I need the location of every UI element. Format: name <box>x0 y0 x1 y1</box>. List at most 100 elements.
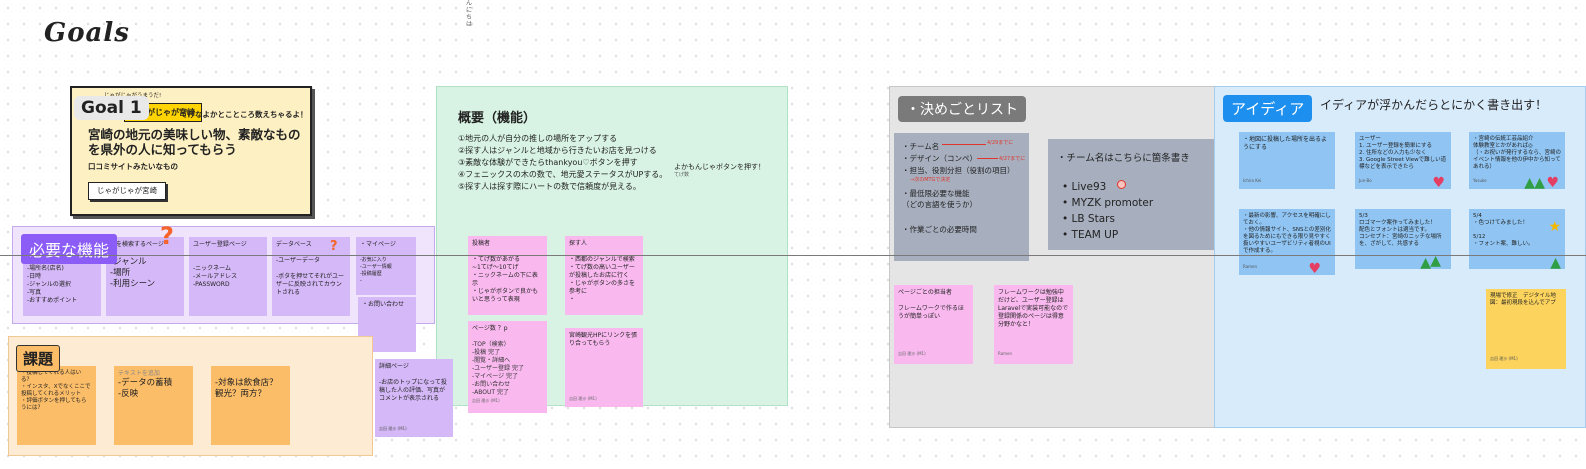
arrow-icon <box>942 144 986 145</box>
decision-deadline: 4/29までに <box>987 140 1014 146</box>
sticky-note[interactable]: データベース -ユーザーデータ -ボタを押せてそれがユーザーに反映されてカウント… <box>272 237 350 316</box>
overview-title: 概要（機能） <box>458 111 537 126</box>
sticky-note[interactable]: 投稿者 ・てげ数があがる ~1てげ〜10てげ ・ニックネームの下に表示 ・じゃが… <box>468 236 547 315</box>
note-text: -場所名(店名) -日時 -ジャンルの選択 -写真 -おすすめポイント <box>27 265 78 304</box>
note-text: -ジャンル -場所 -利用シーン <box>110 257 156 289</box>
sticky-note[interactable]: 5/3 ロゴマーク案作ってみました！ 配色とフォントは適当です。 コンセプト：宮… <box>1355 209 1451 269</box>
sticky-note[interactable]: ・地図に投稿した場所を出るようにする Ichiro Kei <box>1239 132 1335 189</box>
required-features-tag: 必要な機能 <box>21 234 118 264</box>
overview-side-small: てげ数 <box>674 172 690 178</box>
note-head: 探す人 <box>569 240 588 247</box>
note-text: ・最新の影響、アクセスを明確にしておく。 ・他の情報サイト、SNSとの差別化を図… <box>1243 213 1331 254</box>
sticky-note[interactable]: 詳細ページ -お店のトップになって投稿した人の評価、写真がコメントが表示される … <box>375 359 453 437</box>
note-author: Ramen <box>1243 264 1258 269</box>
note-text: -お気に入り -ユーザー情報 -投稿履歴 - <box>360 257 392 284</box>
star-icon: ★ <box>1548 219 1561 235</box>
note-author: 吉田 理沙 (M1) <box>472 398 500 403</box>
note-head: ページ数 ？p <box>472 325 508 332</box>
team-name-item: • MYZK promoter <box>1062 197 1154 209</box>
ideas-heading: イディアが浮かんだらとにかく書き出す！ <box>1320 98 1548 112</box>
note-text: 現場で修正 デジタイル地図：最初現段を込んでアプ <box>1490 293 1556 306</box>
sticky-note[interactable]: ・最新の影響、アクセスを明確にしておく。 ・他の情報サイト、SNSとの差別化を図… <box>1239 209 1335 275</box>
team-name-item: • Live93 <box>1062 181 1107 193</box>
goal1-tag: Goal 1 <box>74 96 149 120</box>
decision-item: ・担当、役割分担（役割の項目） <box>902 166 1015 175</box>
note-text: 5/3 ロゴマーク案作ってみました！ 配色とフォントは適当です。 コンセプト：宮… <box>1359 213 1442 247</box>
emoji-icon <box>1117 180 1126 189</box>
goal1-main-text: 宮崎の地元の美味しい物、素敵なものを県外の人に知ってもらう <box>88 127 301 157</box>
note-author: 吉田 理沙 (M1) <box>379 426 407 431</box>
question-mark-icon: ? <box>160 222 174 250</box>
team-names-heading: ・チーム名はこちらに箇条書き <box>1057 153 1190 164</box>
note-head: 投稿者 <box>472 240 491 247</box>
note-text: -ユーザーデータ -ボタを押せてそれがユーザーに反映されてカウントされる <box>276 257 344 296</box>
note-head: ・マイページ <box>360 241 396 248</box>
note-author: Jun-Bo <box>1359 178 1372 183</box>
sticky-note[interactable]: 5/4 ・色つけてみました！ 5/12 ・フォント案、難しい。 ★ ▲ <box>1469 209 1565 269</box>
note-text: ・お問い合わせ <box>362 301 405 308</box>
heart-icon: ♥ <box>1546 175 1559 189</box>
thumbs-up-icon: ▲ <box>1550 255 1561 269</box>
sticky-note[interactable]: -対象は飲食店？ 観光？両方？ <box>211 366 290 445</box>
sticky-note[interactable]: テキストを追加 -データの蓄積 -反映 <box>114 366 193 445</box>
note-text: -ニックネーム -メールアドレス -PASSWORD <box>193 265 238 288</box>
note-head: 宮崎観光HPにリンクを張り合ってもらう <box>569 332 638 347</box>
note-author: Ramen <box>998 351 1013 356</box>
heart-icon: ♥ <box>1308 261 1321 275</box>
decision-item: ・最低限必要な機能 （どの言語を使うか） <box>902 189 977 209</box>
sticky-note[interactable]: 現場で修正 デジタイル地図：最初現段を込んでアプ 吉田 理沙 (M1) <box>1486 289 1566 369</box>
sticky-note[interactable]: フレームワークは勉強中だけど、ユーザー登録はLaravelで実装可能なので登録関… <box>994 285 1073 364</box>
decision-deadline: 4/27までに <box>999 156 1026 162</box>
arrow-icon <box>977 158 998 159</box>
goal1-sub-text: 口コミサイトみたいなもの <box>88 162 178 171</box>
overview-item: ④フェニックスの木の数で、地元愛ステータスがUPする。 <box>458 170 668 179</box>
thumbs-up-icon: ▲ <box>1534 175 1545 189</box>
sticky-note[interactable]: ユーザー 1. ユーザー登録を簡単にする 2. 住所などの入力も少なく 3. G… <box>1355 132 1451 189</box>
note-author: 吉田 理沙 (M1) <box>569 396 597 401</box>
page-title: Goals <box>44 18 130 48</box>
vertical-text: んにちは <box>466 0 473 28</box>
note-text: -対象は飲食店？ 観光？両方？ <box>215 378 278 399</box>
decisions-tag: ・決めごとリスト <box>898 96 1026 122</box>
note-author: 吉田 理沙 (M1) <box>898 351 926 356</box>
team-name-item: • TEAM UP <box>1062 229 1119 241</box>
overview-item: ②探す人はジャンルと地域から行きたいお店を見つける <box>458 146 657 155</box>
decision-item: ・チーム名 <box>902 142 940 151</box>
note-text: ・宮崎の伝統工芸品紹介 体験教室とかがあれば◎ （・お祝いが発行するなら、宮崎の… <box>1473 136 1562 170</box>
overview-item: ①地元の人が自分の推しの場所をアップする <box>458 134 618 143</box>
heart-icon: ♥ <box>1432 175 1445 189</box>
note-text: ・てげ数があがる ~1てげ〜10てげ ・ニックネームの下に表示 ・じゃがボタンで… <box>472 256 539 303</box>
note-head: ページごとの担当者 <box>898 289 952 296</box>
ideas-tag: アイディア <box>1223 95 1313 122</box>
decision-item: ・デザイン（コンペ） <box>902 154 977 163</box>
note-text: -データの蓄積 -反映 <box>118 378 173 399</box>
sticky-note[interactable]: ・宮崎の伝統工芸品紹介 体験教室とかがあれば◎ （・お祝いが発行するなら、宮崎の… <box>1469 132 1565 189</box>
note-text: ユーザー 1. ユーザー登録を簡単にする 2. 住所などの入力も少なく 3. G… <box>1359 136 1447 170</box>
note-text: ・投稿してくれる人はいる？ ・インスタ、Xでなくここで投稿してくれるメリット ・… <box>21 370 91 411</box>
note-text: フレームワークで作るほうが簡単っぽい <box>898 305 964 320</box>
sticky-note[interactable]: ユーザー登録ページ -ニックネーム -メールアドレス -PASSWORD <box>189 237 267 316</box>
sticky-note[interactable]: ・マイページ -お気に入り -ユーザー情報 -投稿履歴 - <box>356 237 416 295</box>
divider-line <box>0 255 1586 256</box>
note-text: フレームワークは勉強中だけど、ユーザー登録はLaravelで実装可能なので登録関… <box>998 289 1069 328</box>
issues-tag: 課題 <box>16 345 61 372</box>
overview-item: ⑤探す人は探す際にハートの数で信頼度が見える。 <box>458 182 641 191</box>
note-text: ・西都のジャンルで検索 ・てげ数の高いユーザーが投稿したお店に行く ・じゃがボタ… <box>569 256 636 303</box>
overview-item: ③素敵な体験ができたらthankyou♡ボタンを押す <box>458 158 638 167</box>
sticky-note[interactable]: ページ数 ？p -TOP（検索） -投稿 完了 -閲覧・詳細へ -ユーザー登録 … <box>468 321 547 413</box>
thumbs-up-icon: ▲ <box>1420 255 1431 269</box>
sticky-note[interactable]: 探す人 ・西都のジャンルで検索 ・てげ数の高いユーザーが投稿したお店に行く ・じ… <box>565 236 643 315</box>
sticky-note[interactable]: ページごとの担当者 フレームワークで作るほうが簡単っぽい 吉田 理沙 (M1) <box>894 285 973 364</box>
note-text: -お店のトップになって投稿した人の評価、写真がコメントが表示される <box>379 379 447 402</box>
decision-deadline: →次のMTGで決定 <box>910 177 951 183</box>
goal1-button[interactable]: じゃがじゃが宮崎 <box>88 182 166 200</box>
note-head: 詳細ページ <box>379 363 409 370</box>
note-author: 吉田 理沙 (M1) <box>1490 356 1518 361</box>
sticky-note[interactable]: ・投稿してくれる人はいる？ ・インスタ、Xでなくここで投稿してくれるメリット ・… <box>17 366 96 445</box>
sticky-note[interactable]: 宮崎観光HPにリンクを張り合ってもらう 吉田 理沙 (M1) <box>565 328 643 407</box>
question-mark-icon: ? <box>330 239 338 254</box>
note-head: ユーザー登録ページ <box>193 241 247 248</box>
note-text: -TOP（検索） -投稿 完了 -閲覧・詳細へ -ユーザー登録 完了 -マイペー… <box>472 341 524 396</box>
note-text: ・地図に投稿した場所を出るようにする <box>1243 136 1328 151</box>
note-author: Ichiro Kei <box>1243 178 1262 183</box>
